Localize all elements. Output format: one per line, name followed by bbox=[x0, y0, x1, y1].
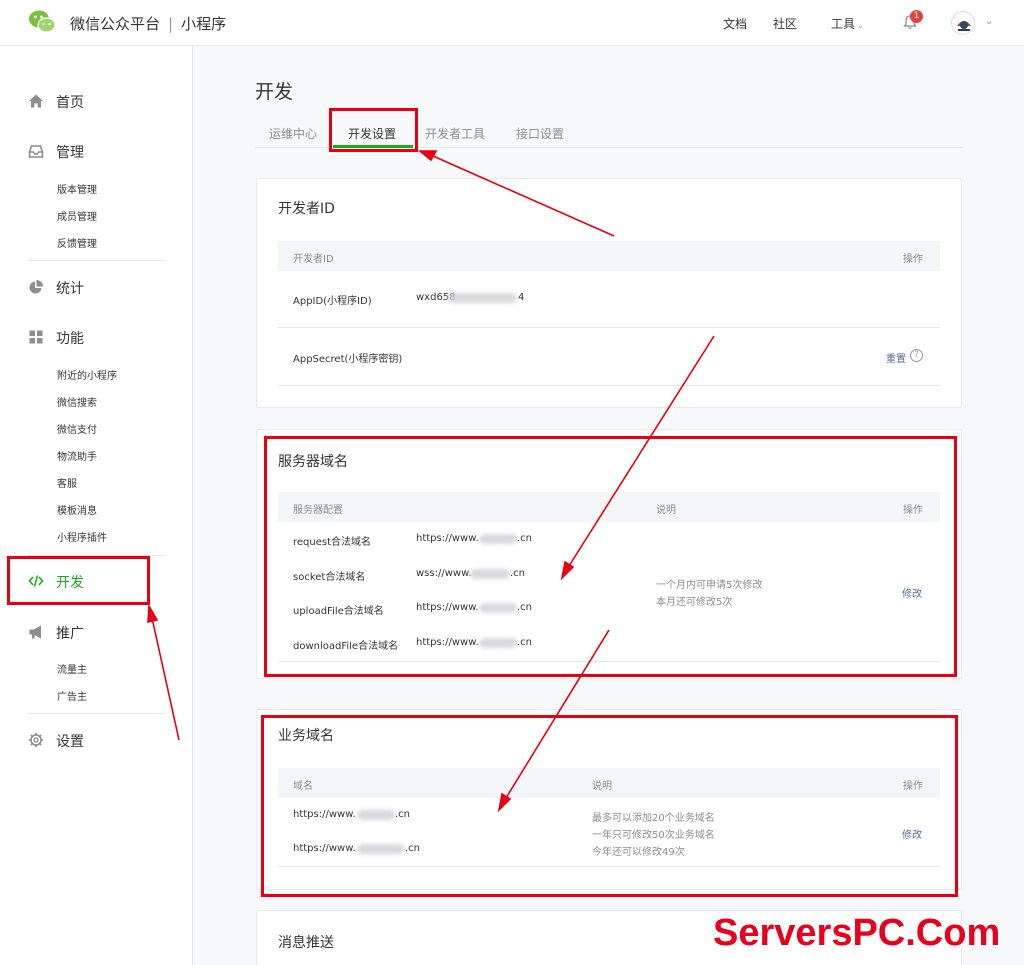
tab-dev-tools[interactable]: 开发者工具 bbox=[425, 125, 485, 142]
appid-label: AppID(小程序ID) bbox=[293, 296, 372, 307]
sidebar-item-manage[interactable]: 管理 bbox=[28, 142, 84, 162]
help-icon[interactable]: ? bbox=[910, 349, 923, 362]
gear-icon bbox=[28, 732, 44, 748]
sidebar-item-label: 设置 bbox=[56, 734, 84, 750]
redacted-text bbox=[447, 293, 517, 303]
nav-tools-menu[interactable]: 工具 ⌄ bbox=[831, 15, 864, 32]
sidebar-divider bbox=[28, 260, 166, 261]
sidebar: 首页 管理 版本管理 成员管理 反馈管理 统计 功能 附近的小程序 微信搜索 微… bbox=[0, 46, 193, 965]
sidebar-item-features[interactable]: 功能 bbox=[28, 328, 84, 348]
column-header: 开发者ID bbox=[293, 254, 334, 265]
chevron-down-icon: ⌄ bbox=[857, 21, 864, 30]
section-title: 消息推送 bbox=[278, 935, 334, 951]
sidebar-item-label: 统计 bbox=[56, 281, 84, 297]
pie-chart-icon bbox=[29, 280, 43, 294]
row-divider bbox=[278, 327, 940, 328]
sidebar-subitem-version[interactable]: 版本管理 bbox=[57, 181, 97, 196]
platform-title[interactable]: 微信公众平台 | 小程序 bbox=[70, 13, 226, 34]
highlight-box-develop-nav bbox=[7, 556, 150, 605]
sidebar-subitem-members[interactable]: 成员管理 bbox=[57, 208, 97, 223]
sidebar-subitem-plugins[interactable]: 小程序插件 bbox=[57, 529, 107, 544]
highlight-box-server-domain bbox=[264, 436, 957, 677]
avatar-image-icon bbox=[953, 13, 974, 34]
inbox-icon bbox=[28, 145, 44, 158]
sidebar-divider bbox=[28, 713, 166, 714]
sidebar-subitem-pay[interactable]: 微信支付 bbox=[57, 421, 97, 436]
sidebar-item-label: 首页 bbox=[56, 95, 84, 111]
sidebar-item-home[interactable]: 首页 bbox=[28, 92, 84, 112]
developer-id-card: 开发者ID 开发者ID 操作 AppID(小程序ID) wxd658 4 App… bbox=[256, 178, 962, 408]
sidebar-item-label: 推广 bbox=[56, 626, 84, 642]
notification-badge: 1 bbox=[910, 10, 923, 23]
sidebar-subitem-feedback[interactable]: 反馈管理 bbox=[57, 235, 97, 250]
megaphone-icon bbox=[29, 625, 41, 639]
top-bar: 微信公众平台 | 小程序 文档 社区 工具 ⌄ 1 ⌄ bbox=[0, 0, 1024, 46]
sidebar-item-settings[interactable]: 设置 bbox=[28, 731, 84, 751]
sidebar-subitem-search[interactable]: 微信搜索 bbox=[57, 394, 97, 409]
sidebar-subitem-nearby[interactable]: 附近的小程序 bbox=[57, 367, 117, 382]
sidebar-subitem-customer-service[interactable]: 客服 bbox=[57, 475, 77, 490]
sidebar-subitem-template-msg[interactable]: 模板消息 bbox=[57, 502, 97, 517]
section-title: 开发者ID bbox=[278, 201, 335, 217]
sidebar-subitem-logistics[interactable]: 物流助手 bbox=[57, 448, 97, 463]
avatar[interactable] bbox=[951, 11, 975, 35]
sidebar-subitem-traffic-owner[interactable]: 流量主 bbox=[57, 661, 87, 676]
home-icon bbox=[29, 94, 43, 108]
product-name: 小程序 bbox=[181, 15, 227, 33]
highlight-box-dev-settings-tab bbox=[329, 108, 418, 152]
sidebar-item-label: 功能 bbox=[56, 331, 84, 347]
grid-icon bbox=[29, 330, 43, 344]
sidebar-item-label: 管理 bbox=[56, 145, 84, 161]
table-header: 开发者ID 操作 bbox=[278, 241, 940, 271]
brand-name: 微信公众平台 bbox=[70, 15, 161, 33]
account-chevron-down-icon[interactable]: ⌄ bbox=[985, 16, 993, 27]
sidebar-item-promote[interactable]: 推广 bbox=[28, 623, 84, 643]
page-title: 开发 bbox=[255, 81, 294, 103]
nav-community-link[interactable]: 社区 bbox=[773, 15, 797, 32]
tab-ops-center[interactable]: 运维中心 bbox=[269, 125, 317, 142]
highlight-box-business-domain bbox=[261, 715, 958, 897]
appid-tail: 4 bbox=[518, 292, 525, 303]
tab-api-settings[interactable]: 接口设置 bbox=[516, 125, 564, 142]
appsecret-label: AppSecret(小程序密钥) bbox=[293, 354, 403, 365]
nav-docs-link[interactable]: 文档 bbox=[723, 15, 747, 32]
wechat-logo-icon bbox=[29, 10, 56, 33]
sidebar-subitem-advertiser[interactable]: 广告主 bbox=[57, 688, 87, 703]
sidebar-item-stats[interactable]: 统计 bbox=[28, 278, 84, 298]
reset-secret-link[interactable]: 重置 bbox=[886, 350, 906, 365]
title-separator: | bbox=[168, 15, 174, 33]
column-header: 操作 bbox=[903, 254, 923, 265]
watermark-text: ServersPC.Com bbox=[713, 912, 1001, 954]
row-divider bbox=[278, 385, 940, 386]
nav-tools-label: 工具 bbox=[831, 17, 856, 31]
